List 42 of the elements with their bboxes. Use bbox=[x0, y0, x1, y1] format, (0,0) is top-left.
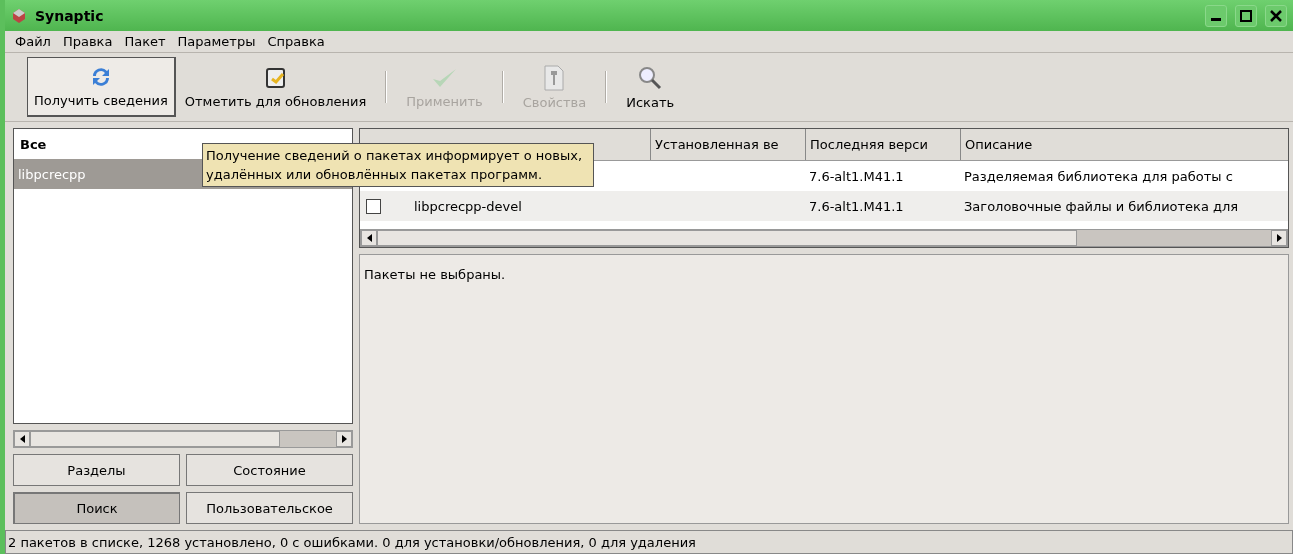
horizontal-scrollbar[interactable] bbox=[13, 430, 353, 448]
filter-button[interactable]: Пользовательское bbox=[186, 492, 353, 524]
menu-item[interactable]: Пакет bbox=[124, 34, 166, 49]
filter-button[interactable]: Состояние bbox=[186, 454, 353, 486]
left-arrow-icon[interactable] bbox=[19, 435, 25, 443]
left-arrow-icon[interactable] bbox=[366, 234, 372, 242]
table-cell-text: Разделяемая библиотека для работы с bbox=[963, 168, 1234, 184]
checklist-icon bbox=[263, 65, 288, 90]
right-arrow-icon[interactable] bbox=[341, 435, 347, 443]
close-icon bbox=[1270, 9, 1282, 22]
details-text: Пакеты не выбраны. bbox=[364, 267, 506, 282]
table-cell-text: Заголовочные файлы и библиотека для bbox=[963, 198, 1240, 214]
maximize-button[interactable] bbox=[1235, 4, 1257, 27]
table-cell-text: libpcrecpp-devel bbox=[413, 198, 523, 214]
tooltip: Получение сведений о пакетах информирует о новых, удалённых или обновлённых пакетах программ. bbox=[202, 143, 594, 187]
table-cell-text: 7.6-alt1.M41.1 bbox=[808, 168, 905, 184]
menu-item[interactable]: Файл bbox=[15, 34, 51, 49]
column-header[interactable]: Последняя верси bbox=[805, 129, 960, 160]
filter-button[interactable]: Поиск bbox=[13, 492, 180, 524]
horizontal-scrollbar[interactable] bbox=[360, 229, 1288, 247]
minimize-button[interactable] bbox=[1205, 4, 1227, 27]
menu-item[interactable]: Параметры bbox=[177, 34, 256, 49]
menu-item[interactable]: Справка bbox=[267, 34, 325, 49]
toolbar-button[interactable]: Искать bbox=[619, 57, 682, 117]
column-header[interactable]: Описание bbox=[960, 129, 1288, 160]
toolbar-button[interactable]: Отметить для обновления bbox=[177, 57, 374, 117]
status-bar: 2 пакетов в списке, 1268 установлено, 0 с ошибками. 0 для установки/обновления, 0 для удаления bbox=[5, 530, 1293, 554]
app-icon bbox=[11, 7, 27, 24]
search-icon bbox=[637, 64, 664, 91]
minimize-icon bbox=[1211, 18, 1221, 21]
menu-item[interactable]: Правка bbox=[62, 34, 113, 49]
column-header[interactable]: Установленная ве bbox=[650, 129, 805, 160]
table-cell-text: 7.6-alt1.M41.1 bbox=[808, 198, 905, 214]
filter-button[interactable]: Разделы bbox=[13, 454, 180, 486]
document-wrench-icon bbox=[543, 64, 566, 91]
checkbox[interactable] bbox=[366, 198, 381, 214]
close-button[interactable] bbox=[1265, 4, 1287, 27]
maximize-icon bbox=[1240, 9, 1252, 22]
right-arrow-icon[interactable] bbox=[1276, 234, 1282, 242]
toolbar-button[interactable]: Получить сведения bbox=[27, 57, 176, 117]
window-title: Synaptic bbox=[35, 7, 105, 24]
column-header: Все bbox=[20, 136, 47, 152]
